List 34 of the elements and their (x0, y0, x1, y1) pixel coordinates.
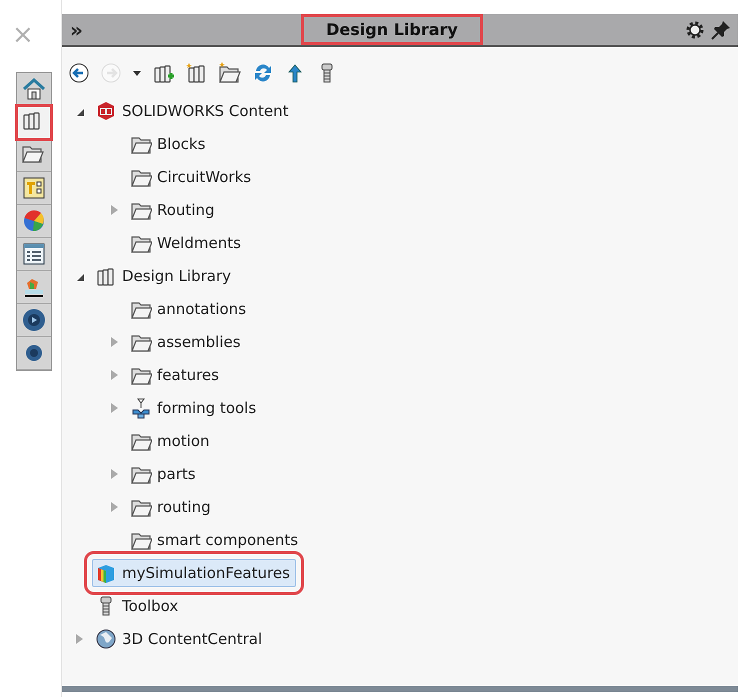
globe-icon (95, 628, 117, 650)
home-icon (21, 76, 47, 102)
layout-icon (21, 175, 47, 201)
tree-item[interactable]: features (127, 360, 225, 388)
solidworks-icon (95, 100, 117, 122)
pin-icon (710, 18, 732, 40)
tree-item[interactable]: Weldments (127, 228, 247, 256)
tree-item[interactable]: Design Library (92, 262, 238, 290)
tree-item[interactable]: motion (127, 426, 216, 454)
tree-item[interactable]: smart components (127, 526, 304, 554)
new-folder-icon[interactable] (218, 62, 242, 84)
settings-icon (684, 18, 706, 40)
tree-item[interactable]: 3D ContentCentral (92, 624, 268, 652)
collapse-arrow-icon[interactable] (76, 274, 84, 280)
color-ball-icon (21, 208, 47, 234)
tree-item[interactable]: CircuitWorks (127, 162, 258, 190)
forming-tool-icon (130, 396, 152, 418)
sidebar-tab[interactable] (17, 106, 51, 139)
tree-item[interactable]: Routing (127, 196, 221, 224)
tree-item[interactable]: Toolbox (92, 592, 184, 620)
list-icon (21, 241, 47, 267)
refresh-icon[interactable] (252, 62, 274, 84)
tree-item[interactable]: annotations (127, 294, 252, 322)
disc-icon (21, 307, 47, 333)
tree-item[interactable]: SOLIDWORKS Content (92, 96, 295, 124)
panel-title: Design Library (301, 14, 483, 45)
expand-button[interactable]: » (70, 20, 100, 40)
tree-item[interactable]: routing (127, 492, 217, 520)
tree-item[interactable]: forming tools (127, 394, 262, 422)
back-icon[interactable] (68, 62, 90, 84)
tree-item[interactable]: Blocks (127, 130, 212, 158)
collapse-arrow-icon[interactable] (76, 108, 84, 116)
tree-item[interactable]: parts (127, 460, 202, 488)
tree-item[interactable]: assemblies (127, 328, 247, 356)
